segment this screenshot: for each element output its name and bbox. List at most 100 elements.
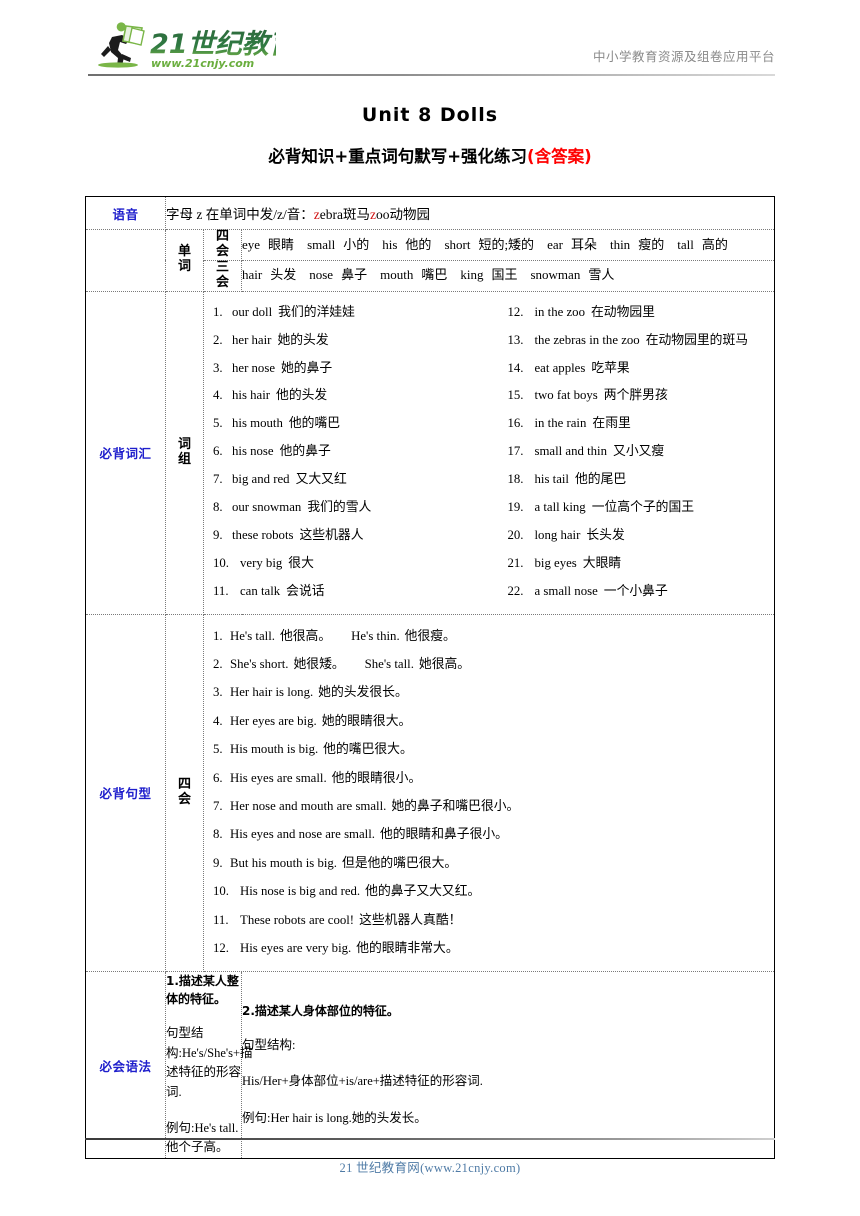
vocabulary-item-en: these robots: [232, 527, 294, 542]
sentence-item-cn: 他的嘴巴很大。: [323, 742, 413, 757]
vocabulary-item-number: 12.: [507, 304, 524, 319]
vocabulary-item-en: our snowman: [232, 499, 302, 514]
vocabulary-item-cn: 我们的雪人: [307, 499, 372, 514]
subtitle-main: 必背知识+重点词句默写+强化练习: [268, 147, 528, 166]
label-words-char-1: 单: [177, 244, 191, 260]
sentence-item-en: His eyes are very big.: [240, 941, 352, 956]
sentence-item-number: 2.: [213, 656, 223, 671]
vocabulary-item: 10. very big 很大: [213, 550, 492, 578]
header-tagline: 中小学教育资源及组卷应用平台: [592, 50, 775, 64]
grammar-right-lines: 句型结构: His/Her+身体部位+is/are+描述特征的形容词. 例句:Her…: [242, 1036, 774, 1128]
word-cn: 耳朵: [570, 236, 597, 252]
word-en: ear: [547, 236, 563, 252]
header-divider: [88, 74, 775, 76]
words-three-skills-content: hair 头发 nose 鼻子 mouth 嘴巴 king 国王 snowman 雪人: [241, 259, 775, 292]
vocabulary-item-number: 19.: [507, 499, 524, 514]
vocabulary-item-en: big and red: [232, 472, 290, 487]
words-four-skills-content: eye 眼睛 small 小的 his 他的 short 短的;矮的 ear 耳朵 thin 瘦的 ta…: [241, 229, 775, 261]
sentence-item: 6. His eyes are small. 他的眼睛很小。: [213, 764, 766, 792]
phonics-word1-rest: ebra: [319, 207, 343, 222]
word-en: his: [382, 236, 398, 252]
vocabulary-item-number: 20.: [507, 527, 524, 542]
vocabulary-item-en: big eyes: [534, 555, 577, 570]
vocabulary-item-cn: 他的嘴巴: [288, 416, 341, 431]
grammar-line: 句型结构:He's/She's+描述特征的形容词.: [166, 1026, 253, 1099]
vocabulary-item-en: her nose: [232, 360, 275, 375]
sentence-item-cn: 她的眼睛很大。: [321, 713, 412, 728]
vocabulary-item-en: two fat boys: [534, 388, 598, 403]
vocabulary-item-number: 4.: [213, 388, 223, 403]
vocabulary-item-en: long hair: [534, 527, 581, 542]
vocabulary-item-cn: 她的头发: [277, 332, 329, 347]
sentence-item-cn: 她的鼻子和嘴巴很小。: [391, 798, 520, 813]
knowledge-table: 语音 字母 z 在单词中发/z/音：zebra斑马zoo动物园 单词 四会 ey…: [85, 196, 775, 1159]
sentence-item-en: His eyes are small.: [230, 770, 327, 785]
four-skills-char-1: 四: [215, 229, 229, 244]
word-cn: 小的: [343, 236, 370, 252]
vocabulary-item: 5. his mouth 他的嘴巴: [213, 410, 492, 438]
page-header: 21世纪教育 www.21cnjy.com 中小学教育资源及组卷应用平台: [0, 0, 860, 78]
vocabulary-item: 14. eat apples 吃苹果: [508, 355, 771, 383]
site-logo: 21世纪教育 www.21cnjy.com: [88, 20, 276, 72]
sentence-item-number: 3.: [213, 685, 223, 700]
sentences-skill-char-1: 四: [177, 777, 191, 793]
word-cn: 雪人: [588, 267, 615, 283]
vocabulary-item-number: 8.: [213, 499, 223, 514]
vocabulary-item-number: 6.: [213, 444, 223, 459]
sentence-item-number: 6.: [213, 770, 223, 785]
vocabulary-item: 16. in the rain 在雨里: [508, 410, 771, 438]
vocabulary-item-cn: 长头发: [586, 527, 625, 542]
label-words-vertical: 单词: [165, 229, 204, 292]
vocabulary-item: 17. small and thin 又小又瘦: [508, 438, 771, 466]
vocabulary-item-number: 15.: [507, 388, 524, 403]
sentence-item-en-second: He's thin.: [351, 628, 400, 643]
title-block: Unit 8 Dolls 必背知识+重点词句默写+强化练习(含答案): [0, 104, 860, 167]
logo-main-text: 21世纪教育: [150, 29, 276, 60]
vocabulary-item-cn: 我们的洋娃娃: [278, 304, 355, 319]
vocabulary-item-number: 9.: [213, 527, 223, 542]
vocabulary-item-number: 14.: [507, 360, 524, 375]
vocabulary-item-cn: 在动物园里的斑马: [645, 332, 749, 347]
vocabulary-item-number: 5.: [213, 416, 223, 431]
vocabulary-item-en: a tall king: [534, 499, 586, 514]
sentence-item-cn: 他很高。: [279, 628, 332, 643]
sentence-item-cn-second: 他很瘦。: [404, 628, 456, 643]
word-cn: 瘦的: [638, 236, 665, 252]
vocabulary-item-number: 3.: [213, 360, 223, 375]
footer-text: 21 世纪教育网(www.21cnjy.com): [339, 1161, 521, 1175]
vocabulary-item-en: small and thin: [534, 444, 608, 459]
sentence-item: 9. But his mouth is big. 但是他的嘴巴很大。: [213, 849, 766, 877]
sentence-item-cn: 他的眼睛很小。: [331, 770, 422, 785]
vocabulary-item: 20. long hair 长头发: [508, 522, 771, 550]
vocabulary-item-cn: 一位高个子的国王: [591, 499, 695, 514]
sentence-item-en: But his mouth is big.: [230, 855, 338, 870]
grammar-left-heading: 1.描述某人整体的特征。: [166, 974, 239, 1007]
vocabulary-item-number: 7.: [213, 472, 223, 487]
word-en: tall: [677, 236, 694, 252]
word-en: king: [460, 267, 484, 283]
vocabulary-item-number: 17.: [507, 444, 524, 459]
sentence-item-cn: 她很矮。: [293, 656, 345, 671]
vocabulary-item: 6. his nose 他的鼻子: [213, 438, 492, 466]
vocabulary-item-en: the zebras in the zoo: [534, 332, 640, 347]
vocabulary-item-number: 2.: [213, 332, 223, 347]
sentence-item-en: She's short.: [230, 656, 289, 671]
logo-url-text: www.21cnjy.com: [151, 57, 254, 70]
vocabulary-item: 15. two fat boys 两个胖男孩: [508, 382, 771, 410]
sentence-item-en: His eyes and nose are small.: [230, 827, 375, 842]
vocabulary-item: 8. our snowman 我们的雪人: [213, 494, 492, 522]
vocabulary-item-cn: 他的尾巴: [574, 472, 627, 487]
sentence-item-number: 4.: [213, 713, 223, 728]
vocabulary-item-number: 11.: [213, 583, 229, 598]
sentence-item: 8. His eyes and nose are small. 他的眼睛和鼻子很小。: [213, 820, 766, 848]
word-en: small: [307, 236, 336, 252]
vocabulary-item: 1. our doll 我们的洋娃娃: [213, 299, 492, 327]
logo-graphic: 21世纪教育 www.21cnjy.com: [98, 22, 276, 70]
sentence-item-en: Her nose and mouth are small.: [230, 798, 387, 813]
runner-icon: [98, 22, 145, 68]
sentence-item-cn: 他的鼻子又大又红。: [365, 884, 481, 899]
sentence-item-en: Her hair is long.: [230, 685, 314, 700]
sentence-item: 10. His nose is big and red. 他的鼻子又大又红。: [213, 877, 766, 905]
sentence-item: 3. Her hair is long. 她的头发很长。: [213, 678, 766, 706]
vocabulary-item-en: his nose: [232, 444, 274, 459]
